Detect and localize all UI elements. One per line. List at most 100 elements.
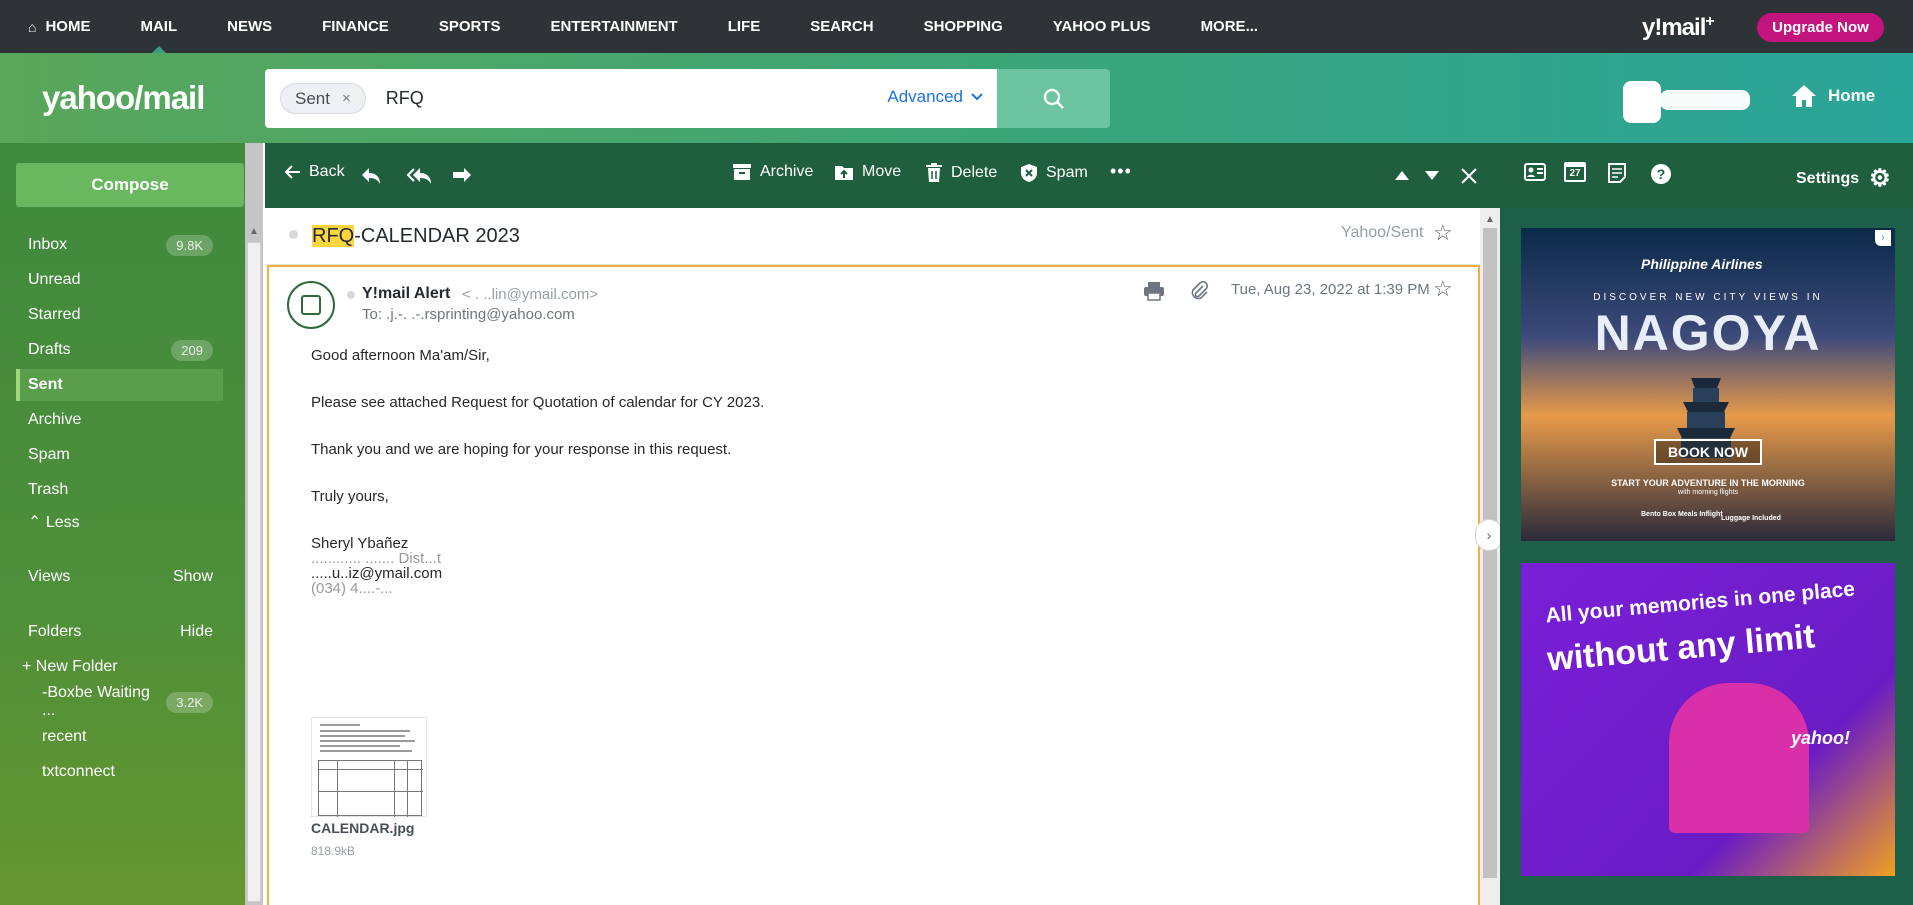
gear-icon: ⚙	[1869, 165, 1891, 192]
count-badge: 9.8K	[166, 234, 213, 256]
ad-banner-airline[interactable]: › Philippine Airlines DISCOVER NEW CITY …	[1521, 228, 1895, 541]
folders-hide-button[interactable]: Hide	[180, 623, 213, 641]
nav-shopping[interactable]: SHOPPING	[924, 0, 1003, 53]
sidebar-item-drafts[interactable]: Drafts 209	[16, 334, 223, 366]
top-nav: ⌂ HOME MAIL NEWS FINANCE SPORTS ENTERTAIN…	[0, 0, 1913, 53]
sidebar-item-inbox[interactable]: Inbox 9.8K	[16, 229, 223, 261]
expand-right-rail-button[interactable]: ›	[1475, 519, 1503, 551]
home-link[interactable]: Home	[1790, 83, 1875, 109]
sidebar-item-unread[interactable]: Unread	[16, 264, 223, 296]
nav-mail[interactable]: MAIL	[140, 0, 177, 53]
move-button[interactable]: Move	[834, 163, 901, 181]
seal-logo	[301, 295, 321, 315]
trash-icon	[926, 163, 942, 182]
plus-icon: +	[22, 658, 32, 675]
message-scrollbar[interactable]: ▲	[1480, 208, 1500, 905]
nav-finance[interactable]: FINANCE	[322, 0, 389, 53]
sidebar-item-archive[interactable]: Archive	[16, 404, 223, 436]
nav-more[interactable]: MORE...	[1201, 0, 1259, 53]
folders-section: Folders Hide	[28, 623, 213, 641]
sender-avatar[interactable]	[287, 281, 335, 329]
advanced-search-button[interactable]: Advanced	[887, 87, 983, 107]
search-filter-chip[interactable]: Sent ×	[280, 83, 366, 114]
ad-airline-logo: Philippine Airlines	[1641, 256, 1763, 272]
ad-choices-icon[interactable]: ›	[1875, 230, 1891, 246]
calendar-icon[interactable]: 27	[1564, 162, 1586, 182]
move-icon	[835, 166, 853, 180]
sidebar-scrollbar[interactable]: ▲	[245, 143, 263, 905]
ymail-plus-logo[interactable]: y!mail+	[1642, 13, 1715, 42]
sidebar-item-txtconnect[interactable]: txtconnect	[16, 756, 223, 788]
contacts-icon[interactable]	[1524, 163, 1546, 181]
ad-banner-yahoo-mail[interactable]: All your memories in one place without a…	[1521, 563, 1895, 876]
ad-tagline: START YOUR ADVENTURE IN THE MORNING	[1611, 478, 1805, 488]
book-now-button[interactable]: BOOK NOW	[1654, 439, 1762, 465]
search-highlight: RFQ	[312, 225, 355, 247]
scroll-up-arrow[interactable]: ▲	[249, 226, 259, 237]
settings-button[interactable]: Settings ⚙	[1796, 164, 1891, 193]
chevron-right-icon: ›	[1486, 527, 1492, 543]
attachment-name[interactable]: CALENDAR.jpg	[311, 820, 414, 836]
sidebar-item-recent[interactable]: recent	[16, 721, 223, 753]
nav-yahoo-plus[interactable]: YAHOO PLUS	[1053, 0, 1151, 53]
message-toolbar: Back Archive Move Delete Spam •••	[265, 143, 1500, 208]
attachment-thumbnail[interactable]	[311, 717, 427, 817]
forward-icon[interactable]	[451, 165, 473, 185]
close-icon[interactable]	[1460, 167, 1478, 185]
compose-button[interactable]: Compose	[16, 163, 244, 207]
sidebar-item-boxbe[interactable]: -Boxbe Waiting ... 3.2K	[16, 684, 223, 719]
account-name[interactable]	[1660, 90, 1750, 110]
reply-icon[interactable]	[360, 165, 382, 185]
body-line: Thank you and we are hoping for your res…	[311, 441, 732, 458]
nav-life[interactable]: LIFE	[728, 0, 761, 53]
scroll-up-arrow[interactable]: ▲	[1485, 214, 1495, 225]
search-button[interactable]	[997, 69, 1110, 128]
scrollbar-thumb[interactable]	[1483, 228, 1497, 878]
ad-feature: Bento Box Meals Inflight	[1641, 511, 1723, 518]
nav-sports[interactable]: SPORTS	[439, 0, 501, 53]
sidebar-item-sent[interactable]: Sent	[16, 369, 223, 401]
message-pane: RFQ-CALENDAR 2023 Yahoo/Sent ☆ Y!mail Al…	[265, 208, 1500, 905]
sidebar-item-starred[interactable]: Starred	[16, 299, 223, 331]
search-input[interactable]: RFQ	[386, 88, 424, 109]
sidebar: Compose Inbox 9.8K Unread Starred Drafts 2…	[0, 143, 245, 905]
body-line: Please see attached Request for Quotatio…	[311, 394, 765, 411]
sidebar-less-toggle[interactable]: ⌃ Less	[16, 506, 223, 538]
help-icon[interactable]: ?	[1650, 163, 1672, 185]
nav-news[interactable]: NEWS	[227, 0, 272, 53]
sidebar-item-spam[interactable]: Spam	[16, 439, 223, 471]
read-status-dot[interactable]	[347, 291, 355, 299]
read-status-dot[interactable]	[289, 230, 298, 239]
search-icon	[1043, 88, 1064, 109]
notepad-icon[interactable]	[1608, 163, 1626, 183]
new-folder-button[interactable]: + New Folder	[16, 651, 223, 683]
back-button[interactable]: Back	[285, 163, 345, 181]
shield-icon	[1021, 164, 1037, 182]
nav-home[interactable]: ⌂ HOME	[28, 0, 90, 53]
yahoo-mail-logo[interactable]: yahoo/mail	[42, 79, 205, 117]
more-actions-button[interactable]: •••	[1110, 161, 1132, 182]
close-icon[interactable]: ×	[342, 90, 351, 107]
avatar[interactable]	[1623, 81, 1661, 123]
count-badge: 209	[171, 339, 213, 361]
paperclip-icon[interactable]	[1189, 281, 1209, 301]
star-icon[interactable]: ☆	[1433, 276, 1453, 302]
views-show-button[interactable]: Show	[173, 568, 213, 586]
nav-search[interactable]: SEARCH	[810, 0, 873, 53]
reply-all-icon[interactable]	[405, 165, 433, 185]
sidebar-item-trash[interactable]: Trash	[16, 474, 223, 506]
spam-button[interactable]: Spam	[1020, 163, 1088, 183]
print-icon[interactable]	[1143, 281, 1165, 301]
upgrade-now-button[interactable]: Upgrade Now	[1757, 13, 1884, 42]
previous-message-icon[interactable]	[1395, 171, 1409, 180]
nav-entertainment[interactable]: ENTERTAINMENT	[551, 0, 678, 53]
star-icon[interactable]: ☆	[1433, 220, 1453, 246]
archive-button[interactable]: Archive	[732, 163, 813, 181]
next-message-icon[interactable]	[1425, 171, 1439, 180]
ad-headline: without any limit	[1545, 617, 1817, 679]
delete-button[interactable]: Delete	[925, 163, 997, 183]
scrollbar-thumb[interactable]	[247, 242, 261, 902]
search-box[interactable]: Sent × RFQ Advanced	[265, 69, 997, 128]
rail-toolbar: 27 ? Settings ⚙	[1500, 143, 1913, 208]
sender-name[interactable]: Y!mail Alert	[362, 285, 450, 303]
